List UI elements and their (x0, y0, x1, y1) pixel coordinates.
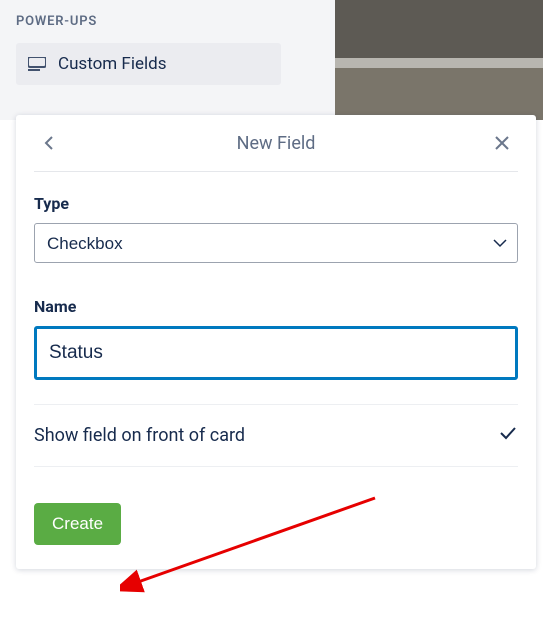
new-field-popover: New Field Type Checkbox Name Show field … (16, 115, 536, 569)
popover-header: New Field (34, 115, 518, 171)
close-button[interactable] (486, 127, 518, 159)
type-select-wrap: Checkbox (34, 223, 518, 263)
custom-fields-label: Custom Fields (58, 54, 166, 74)
type-label: Type (34, 194, 518, 213)
back-button[interactable] (34, 127, 66, 159)
show-on-front-label: Show field on front of card (34, 425, 245, 446)
show-on-front-row[interactable]: Show field on front of card (34, 405, 518, 467)
create-button[interactable]: Create (34, 503, 121, 545)
name-input[interactable] (34, 326, 518, 380)
powerups-header: POWER-UPS (16, 14, 319, 29)
powerups-sidebar: POWER-UPS Custom Fields (0, 0, 335, 120)
name-label: Name (34, 297, 518, 316)
check-icon (498, 423, 518, 448)
divider (34, 171, 518, 172)
type-select[interactable]: Checkbox (34, 223, 518, 263)
create-button-label: Create (52, 514, 103, 534)
background-image-bot (335, 68, 543, 120)
background-image-mid (335, 58, 543, 68)
custom-fields-row[interactable]: Custom Fields (16, 43, 281, 85)
background-image-top (335, 0, 543, 58)
custom-fields-icon (28, 57, 46, 71)
popover-title: New Field (66, 133, 486, 154)
